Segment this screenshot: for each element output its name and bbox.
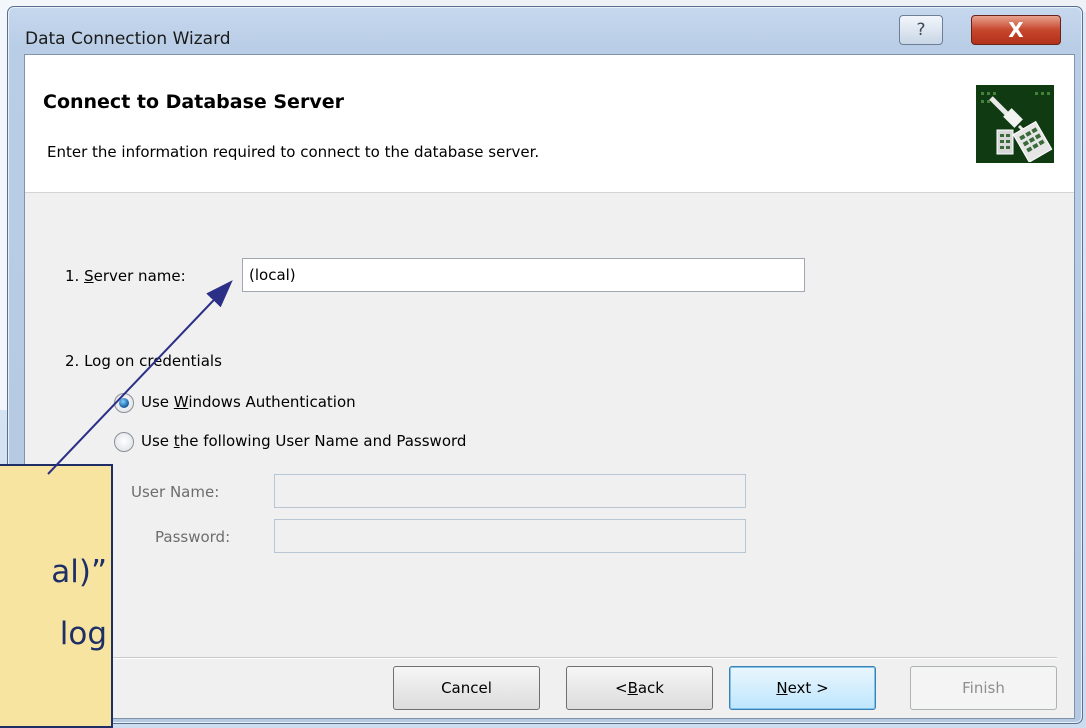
username-password-label[interactable]: Use the following User Name and Password bbox=[141, 432, 466, 450]
back-button[interactable]: < Back bbox=[566, 666, 713, 710]
username-password-radio[interactable] bbox=[114, 432, 134, 452]
callout-line-2: log bbox=[59, 616, 107, 652]
dialog-client-area: Connect to Database Server Enter the inf… bbox=[24, 54, 1075, 719]
footer-separator bbox=[47, 657, 1057, 659]
server-name-label-rest: erver name: bbox=[93, 267, 186, 285]
username-password-label-rest: he following User Name and Password bbox=[179, 432, 467, 450]
back-button-prefix: < bbox=[614, 679, 628, 697]
cancel-button[interactable]: Cancel bbox=[393, 666, 540, 710]
server-name-input[interactable]: (local) bbox=[242, 258, 805, 292]
credentials-label: 2. Log on credentials bbox=[65, 352, 222, 370]
password-input[interactable] bbox=[274, 519, 746, 553]
server-name-label-prefix: 1. bbox=[65, 267, 85, 285]
close-button[interactable]: X bbox=[971, 15, 1061, 45]
radio-selected-dot bbox=[119, 398, 129, 408]
windows-auth-label-rest: indows Authentication bbox=[188, 393, 356, 411]
page-title: Connect to Database Server bbox=[43, 91, 344, 113]
username-label: User Name: bbox=[131, 483, 220, 501]
server-name-label-accel: S bbox=[84, 267, 94, 285]
finish-button[interactable]: Finish bbox=[910, 666, 1057, 710]
callout-line-1: al)” bbox=[51, 554, 107, 590]
windows-auth-radio[interactable] bbox=[114, 393, 134, 413]
wizard-header: Connect to Database Server Enter the inf… bbox=[25, 55, 1074, 193]
windows-auth-label[interactable]: Use Windows Authentication bbox=[141, 393, 356, 411]
next-button-rest: ext > bbox=[787, 679, 829, 697]
windows-auth-label-prefix: Use bbox=[141, 393, 174, 411]
next-button[interactable]: Next > bbox=[729, 666, 876, 710]
back-button-accel: B bbox=[627, 679, 638, 697]
title-bar[interactable]: Data Connection Wizard ? X bbox=[8, 7, 1082, 49]
password-label: Password: bbox=[155, 528, 231, 546]
window-title: Data Connection Wizard bbox=[25, 29, 231, 49]
username-password-label-prefix: Use bbox=[141, 432, 174, 450]
page-subtitle: Enter the information required to connec… bbox=[47, 143, 540, 161]
close-icon: X bbox=[1008, 18, 1024, 42]
next-button-accel: N bbox=[776, 679, 788, 697]
server-name-label: 1. Server name: bbox=[65, 267, 186, 285]
windows-auth-label-accel: W bbox=[173, 393, 189, 411]
annotation-callout: al)” log bbox=[0, 464, 113, 728]
dialog-window: Data Connection Wizard ? X Connect to Da… bbox=[7, 6, 1083, 724]
help-icon: ? bbox=[916, 20, 926, 40]
help-button[interactable]: ? bbox=[899, 15, 943, 45]
username-input[interactable] bbox=[274, 474, 746, 508]
back-button-rest: ack bbox=[637, 679, 664, 697]
database-plug-icon bbox=[976, 85, 1054, 163]
